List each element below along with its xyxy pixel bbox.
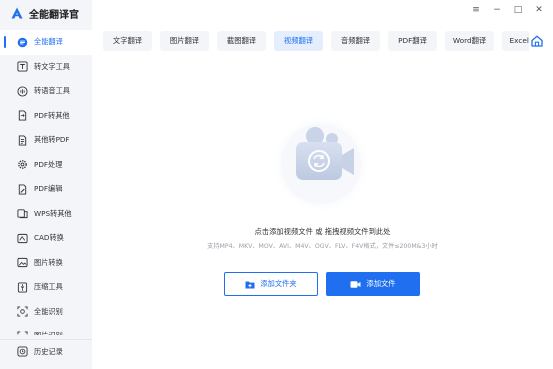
sidebar-item-label: 全能识别 [34,306,63,316]
tab-3[interactable]: 截图翻译 [217,31,266,51]
history-icon [17,346,28,357]
sidebar-item-9[interactable]: CAD转换 [0,226,92,251]
scan-icon [17,306,28,317]
cad-icon [17,233,28,243]
tab-5[interactable]: 音频翻译 [331,31,380,51]
sidebar-item-label: 压缩工具 [34,282,63,292]
sidebar-item-label: PDF处理 [34,159,63,169]
folder-add-icon [245,281,255,288]
menu-button[interactable]: ≡ [470,4,482,16]
sidebar-item-label: PDF编辑 [34,184,63,194]
sidebar-item-history[interactable]: 历史记录 [0,339,92,363]
window-controls: ≡ − □ ✕ [470,4,545,16]
tab-6[interactable]: PDF翻译 [388,31,437,51]
tab-7[interactable]: Word翻译 [445,31,494,51]
sidebar-item-13[interactable]: 图片识别 [0,324,92,335]
sidebar-item-2[interactable]: 转文字工具 [0,55,92,80]
sidebar-item-7[interactable]: PDF编辑 [0,177,92,202]
sidebar-nav: 全能翻译转文字工具转语音工具 PDF转其他 其他转PDF PDF处理 PDF编辑 WPS转… [0,30,92,335]
voice-icon [17,86,28,97]
supported-formats: 支持MP4、MKV、MOV、AVI、M4V、OGV、FLV、F4V格式，文件≤2… [207,243,438,250]
sidebar-item-label: 转文字工具 [34,61,70,71]
maximize-button[interactable]: □ [512,4,524,16]
sidebar-item-4[interactable]: PDF转其他 [0,104,92,129]
translate-icon [17,37,28,48]
add-folder-label: 添加文件夹 [260,279,297,288]
home-icon[interactable] [530,34,544,48]
sidebar-item-label: 全能翻译 [34,37,63,47]
brand: 全能翻译官 [11,5,79,21]
sidebar-item-5[interactable]: 其他转PDF [0,128,92,153]
add-file-label: 添加文件 [366,279,396,288]
sidebar-item-10[interactable]: 图片转换 [0,251,92,276]
history-label: 历史记录 [34,346,63,356]
close-button[interactable]: ✕ [533,4,545,16]
image-icon [17,258,28,268]
wps-icon [17,209,28,219]
sidebar-item-label: 转语音工具 [34,86,70,96]
app-logo-icon [11,7,23,19]
sidebar-item-6[interactable]: PDF处理 [0,153,92,178]
pdf-edit-icon [18,184,27,195]
translate-tabs: 文字翻译图片翻译截图翻译视频翻译音频翻译 PDF翻译 Word翻译 Excel翻译 [103,31,529,52]
sidebar-item-1[interactable]: 全能翻译 [0,30,92,55]
app-title: 全能翻译官 [29,9,79,21]
sidebar-item-8[interactable]: WPS转其他 [0,202,92,227]
sidebar-item-label: 图片识别 [34,331,63,335]
add-file-button[interactable]: 添加文件 [326,272,420,296]
pdf-export-icon [18,110,27,121]
tab-8[interactable]: Excel翻译 [502,31,529,51]
drop-hint: 点击添加视频文件 或 拖拽视频文件到此处 [254,227,391,236]
pdf-import-icon [18,135,27,146]
sidebar-item-12[interactable]: 全能识别 [0,300,92,325]
sidebar: 全能翻译官 全能翻译转文字工具转语音工具 PDF转其他 其他转PDF PDF处理 PDF… [0,0,92,369]
image-scan-icon [17,331,28,334]
sidebar-item-label: PDF转其他 [34,110,70,120]
video-add-icon [350,280,361,288]
sidebar-item-3[interactable]: 转语音工具 [0,79,92,104]
sidebar-item-label: 其他转PDF [34,135,70,145]
minimize-button[interactable]: − [491,4,503,16]
sidebar-item-label: 图片转换 [34,257,63,267]
compress-icon [17,282,28,293]
sidebar-item-11[interactable]: 压缩工具 [0,275,92,300]
tab-4[interactable]: 视频翻译 [274,31,323,51]
text-convert-icon [17,61,28,72]
sidebar-item-label: WPS转其他 [34,208,72,218]
video-upload-illustration [271,114,371,214]
tab-2[interactable]: 图片翻译 [160,31,209,51]
tab-1[interactable]: 文字翻译 [103,31,152,51]
add-folder-button[interactable]: 添加文件夹 [224,272,318,296]
gear-icon [18,160,27,170]
sidebar-item-label: CAD转换 [34,233,64,243]
